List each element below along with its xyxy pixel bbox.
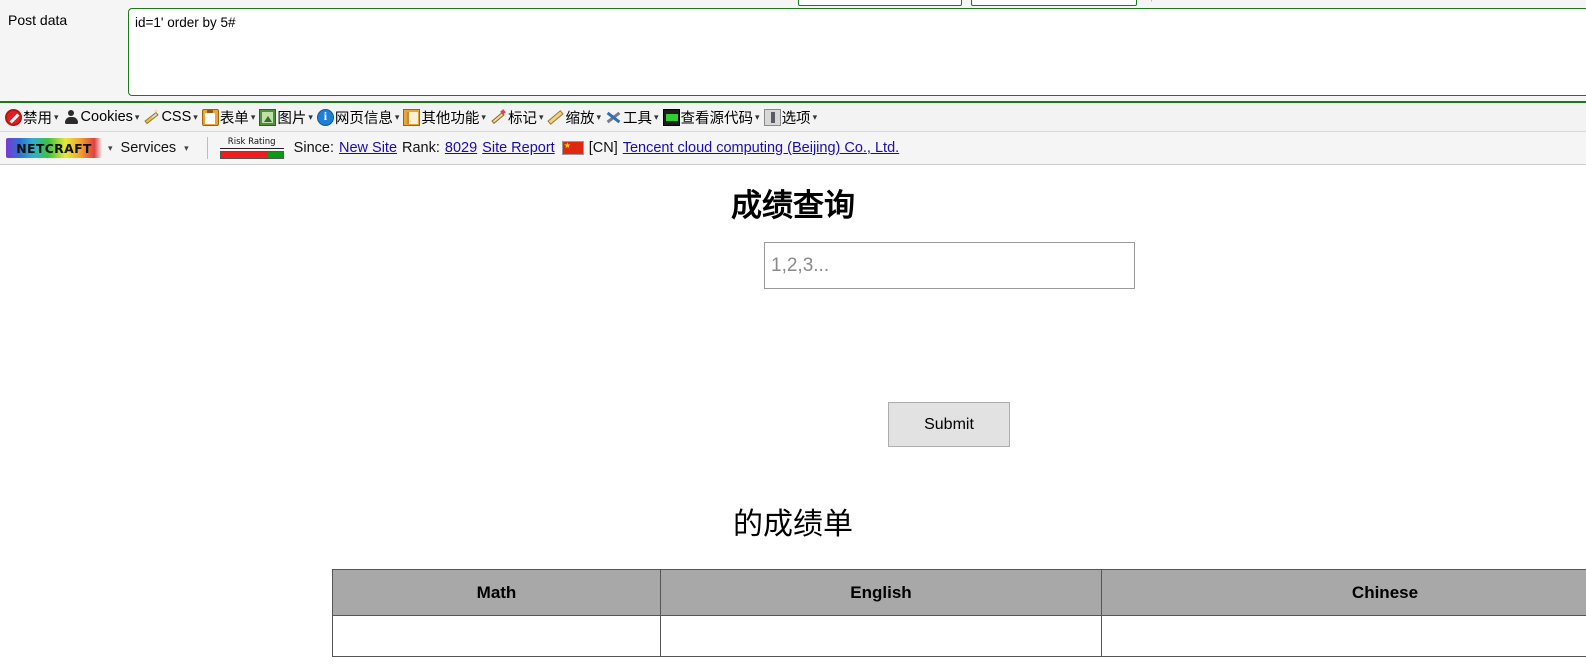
chevron-down-icon: ▾ — [481, 111, 486, 122]
table-cell-english — [660, 615, 1102, 657]
submit-button[interactable]: Submit — [888, 402, 1010, 447]
table-cell-math — [332, 615, 661, 657]
dev-toolbar-label: Cookies — [80, 109, 133, 125]
score-query-input[interactable] — [764, 242, 1135, 289]
wand-icon — [143, 109, 160, 126]
dev-toolbar-label: 查看源代码 — [680, 110, 754, 127]
dev-toolbar-label: 其他功能 — [421, 110, 480, 127]
netcraft-wordmark: NETCRAFT — [16, 140, 92, 156]
since-label: Since: — [293, 140, 334, 156]
dev-toolbar-item-misc[interactable]: 其他功能 ▾ — [402, 105, 489, 129]
dev-toolbar-label: 表单 — [219, 110, 249, 127]
dev-toolbar-item-view-source[interactable]: 查看源代码 ▾ — [662, 105, 763, 129]
top-toolbar-faint-text: | — [1150, 0, 1153, 2]
ruler-icon — [547, 109, 564, 126]
netcraft-logo[interactable]: NETCRAFT — [6, 138, 102, 158]
tools-icon — [605, 109, 622, 126]
risk-rating-bar — [219, 151, 284, 159]
since-value-link[interactable]: New Site — [339, 140, 397, 156]
top-toolbar-box-2[interactable] — [971, 0, 1137, 6]
image-icon — [259, 108, 277, 126]
dev-toolbar-label: 网页信息 — [334, 110, 393, 127]
table-header-row: Math English Chinese — [332, 569, 1586, 616]
toolbar-divider — [206, 137, 208, 159]
book-icon — [403, 108, 421, 126]
chevron-down-icon: ▾ — [654, 111, 659, 122]
dev-toolbar-item-cookies[interactable]: Cookies ▾ — [62, 105, 143, 129]
top-toolbar-box-1[interactable] — [798, 0, 962, 6]
netcraft-services-menu[interactable]: Services — [121, 140, 177, 156]
dev-toolbar-label: 禁用 — [23, 110, 52, 127]
dev-toolbar-label: 标记 — [507, 110, 537, 127]
risk-rating-red-segment — [220, 152, 268, 158]
netcraft-logo-chevron-down-icon[interactable]: ▾ — [108, 143, 113, 154]
person-icon — [63, 109, 80, 126]
chevron-down-icon: ▾ — [812, 111, 818, 122]
netcraft-toolbar: NETCRAFT ▾ Services ▾ Risk Rating Since:… — [0, 132, 1586, 165]
dev-toolbar-item-images[interactable]: 图片 ▾ — [258, 105, 316, 129]
dev-toolbar-label: 工具 — [623, 110, 652, 127]
table-header-english: English — [660, 569, 1102, 616]
chevron-down-icon: ▾ — [250, 111, 256, 122]
dev-toolbar-item-options[interactable]: 选项 ▾ — [763, 105, 821, 129]
ban-icon — [5, 108, 22, 126]
chevron-down-icon: ▾ — [134, 111, 140, 122]
rank-value-link[interactable]: 8029 — [445, 140, 477, 156]
china-flag-icon — [561, 139, 584, 155]
chevron-down-icon: ▾ — [538, 111, 544, 122]
table-cell-chinese — [1101, 615, 1586, 657]
page-content: 成绩查询 Submit 的成绩单 Math English Chinese — [0, 166, 1586, 668]
table-header-math: Math — [332, 569, 661, 616]
table-header-chinese: Chinese — [1101, 569, 1586, 616]
country-code: [CN] — [588, 140, 618, 156]
dev-toolbar-item-tools[interactable]: 工具 ▾ — [604, 105, 662, 129]
rank-label: Rank: — [402, 140, 440, 156]
dev-toolbar-label: 选项 — [781, 110, 811, 127]
clipboard-icon — [201, 108, 219, 126]
dev-toolbar-item-disable[interactable]: 禁用 ▾ — [4, 105, 62, 129]
info-icon — [316, 108, 334, 126]
dev-toolbar-label: 缩放 — [565, 110, 595, 127]
risk-rating-label: Risk Rating — [219, 137, 284, 149]
chevron-down-icon: ▾ — [54, 111, 59, 122]
dev-toolbar-item-forms[interactable]: 表单 ▾ — [201, 105, 259, 129]
chevron-down-icon: ▾ — [308, 111, 313, 122]
result-title: 的成绩单 — [733, 507, 853, 542]
page-title: 成绩查询 — [731, 188, 855, 224]
dev-toolbar-item-css[interactable]: CSS ▾ — [142, 105, 200, 129]
risk-rating-widget: Risk Rating — [219, 137, 284, 159]
dev-toolbar-item-outline[interactable]: 标记 ▾ — [489, 105, 547, 129]
table-row — [332, 615, 1586, 657]
source-icon — [662, 108, 680, 126]
chevron-down-icon: ▾ — [394, 111, 400, 122]
post-data-panel: | Post data — [0, 0, 1586, 103]
dev-toolbar-item-resize[interactable]: 缩放 ▾ — [546, 105, 604, 129]
post-data-input[interactable] — [128, 8, 1586, 96]
dev-toolbar-item-page-info[interactable]: 网页信息 ▾ — [316, 105, 403, 129]
dev-toolbar-label: CSS — [161, 109, 192, 125]
chevron-down-icon: ▾ — [755, 111, 760, 122]
services-chevron-down-icon[interactable]: ▾ — [184, 143, 189, 154]
options-icon — [763, 108, 781, 126]
dev-toolbar-label: 图片 — [277, 110, 307, 127]
hosting-provider-link[interactable]: Tencent cloud computing (Beijing) Co., L… — [623, 140, 899, 156]
site-report-link[interactable]: Site Report — [482, 140, 555, 156]
pencil-icon — [490, 109, 507, 126]
chevron-down-icon: ▾ — [596, 111, 601, 122]
risk-rating-green-segment — [267, 152, 283, 158]
web-developer-toolbar: 禁用 ▾ Cookies ▾ CSS ▾ 表单 ▾ 图片 ▾ 网页信息 ▾ 其他… — [0, 103, 1586, 132]
post-data-label: Post data — [8, 12, 68, 28]
score-table: Math English Chinese — [332, 569, 1586, 657]
chevron-down-icon: ▾ — [193, 111, 198, 122]
